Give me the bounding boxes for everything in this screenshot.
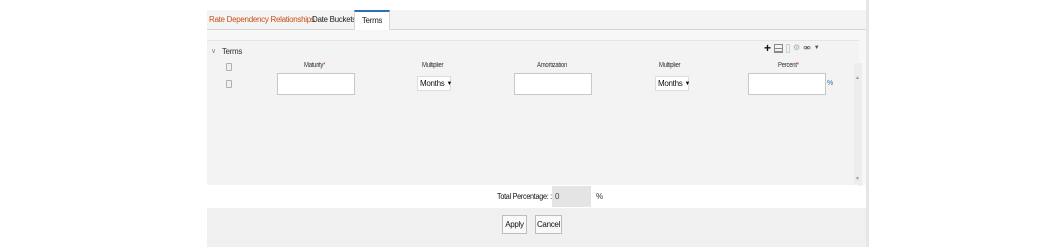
percent-input[interactable] <box>748 73 826 95</box>
separator-icon <box>786 43 791 53</box>
amortization-input[interactable] <box>514 73 592 95</box>
percent-suffix: % <box>827 80 834 87</box>
apply-button[interactable]: Apply <box>502 215 527 234</box>
section-title: Terms <box>221 46 243 56</box>
column-header-multiplier-2[interactable]: Multiplier <box>659 62 681 72</box>
multiplier-select-2[interactable]: Months ▼ <box>655 76 691 91</box>
settings-icon[interactable]: ⚙ <box>793 42 800 54</box>
terms-panel: ∨ Terms + ⚙ ⚮ ▼ Maturity* Multiplier Amo… <box>207 30 866 186</box>
column-header-amortization[interactable]: Amortization <box>537 62 567 72</box>
scroll-down-icon[interactable]: ▼ <box>855 176 860 182</box>
tab-terms[interactable]: Terms <box>354 10 390 31</box>
chevron-down-icon: ▼ <box>684 80 691 87</box>
grid-icon[interactable] <box>774 43 784 53</box>
tab-bar: Rate Dependency Relationships Date Bucke… <box>207 10 866 31</box>
column-header-multiplier[interactable]: Multiplier <box>422 62 444 72</box>
column-header-maturity[interactable]: Maturity* <box>304 62 326 72</box>
tab-rate-dependency-relationships[interactable]: Rate Dependency Relationships <box>209 10 315 30</box>
maturity-input[interactable] <box>277 73 355 95</box>
multiplier-value: Months <box>420 79 445 88</box>
column-header-percent[interactable]: Percent* <box>778 62 799 72</box>
collapse-chevron-icon[interactable]: ∨ <box>211 47 216 55</box>
total-percentage-value: 0 <box>552 186 591 207</box>
total-percentage-row: Total Percentage: : 0 % <box>207 185 859 208</box>
table-vertical-scrollbar[interactable]: ▲ ▼ <box>854 63 862 186</box>
multiplier-value-2: Months <box>658 79 683 88</box>
multiplier-select[interactable]: Months ▼ <box>417 76 453 91</box>
chevron-down-icon: ▼ <box>446 80 453 87</box>
action-bar: Apply Cancel <box>207 208 866 247</box>
total-percentage-suffix: % <box>596 192 604 201</box>
total-percentage-label: Total Percentage: : <box>497 192 552 201</box>
row-checkbox[interactable] <box>226 80 232 88</box>
tab-date-buckets[interactable]: Date Buckets <box>312 10 356 30</box>
select-all-checkbox[interactable] <box>226 63 232 71</box>
dropdown-icon[interactable]: ▼ <box>814 42 820 54</box>
section-header: ∨ Terms <box>211 44 242 58</box>
table-row: Months ▼ Months ▼ % <box>207 73 852 97</box>
scroll-up-icon[interactable]: ▲ <box>855 75 860 81</box>
cancel-button[interactable]: Cancel <box>535 215 562 234</box>
page-right-border <box>866 0 869 247</box>
add-icon[interactable]: + <box>764 42 771 54</box>
table-toolbar: + ⚙ ⚮ ▼ <box>764 41 820 55</box>
filter-icon[interactable]: ⚮ <box>803 42 811 54</box>
terms-section: ∨ Terms + ⚙ ⚮ ▼ Maturity* Multiplier Amo… <box>207 40 862 186</box>
